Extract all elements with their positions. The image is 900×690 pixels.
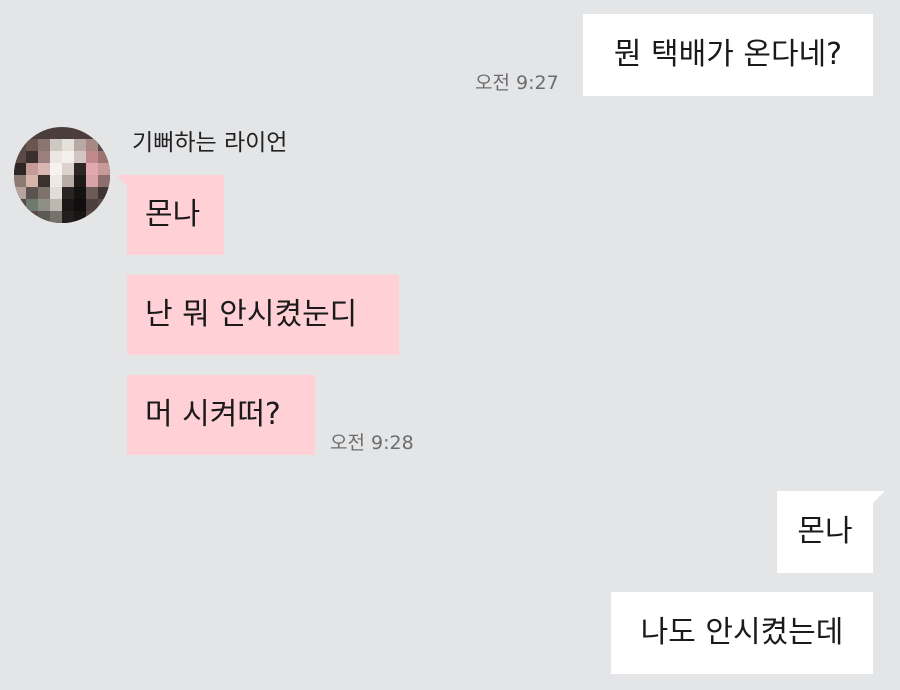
message-text: 나도 안시켰는데 bbox=[640, 615, 844, 650]
message-text: 난 뭐 안시켰눈디 bbox=[145, 297, 358, 332]
incoming-message-bubble[interactable]: 머 시켜떠? bbox=[127, 375, 315, 455]
message-timestamp: 오전 9:27 bbox=[475, 72, 559, 94]
message-text: 머 시켜떠? bbox=[145, 397, 281, 432]
message-timestamp: 오전 9:28 bbox=[330, 432, 414, 454]
contact-avatar[interactable] bbox=[14, 127, 110, 223]
contact-name: 기뻐하는 라이언 bbox=[132, 130, 288, 156]
message-text: 몬나 bbox=[145, 197, 201, 232]
outgoing-message-bubble[interactable]: 뭔 택배가 온다네? bbox=[583, 14, 873, 96]
incoming-message-bubble[interactable]: 몬나 bbox=[127, 175, 224, 255]
message-text: 뭔 택배가 온다네? bbox=[613, 37, 843, 72]
outgoing-bubble-tail bbox=[873, 491, 885, 503]
outgoing-message-bubble[interactable]: 나도 안시켰는데 bbox=[611, 592, 873, 674]
outgoing-message-bubble[interactable]: 몬나 bbox=[777, 491, 873, 573]
incoming-message-bubble[interactable]: 난 뭐 안시켰눈디 bbox=[127, 275, 399, 355]
message-text: 몬나 bbox=[797, 514, 853, 549]
